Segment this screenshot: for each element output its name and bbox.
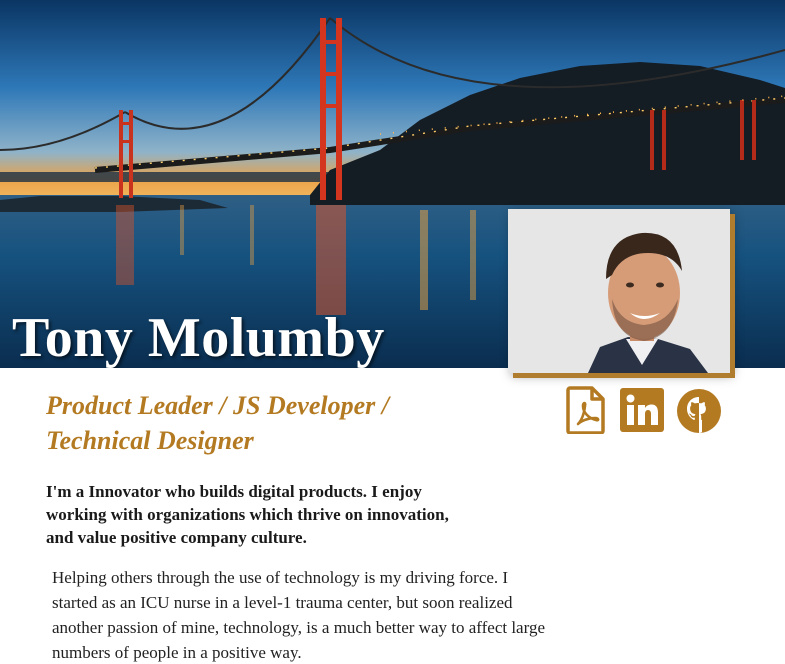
social-icons — [566, 386, 726, 434]
profile-photo-image — [508, 209, 730, 373]
profile-photo — [508, 209, 730, 373]
hero-name: Tony Molumby — [12, 307, 385, 368]
pdf-resume-icon[interactable] — [566, 386, 606, 434]
intro-paragraph: I'm a Innovator who builds digital produ… — [46, 482, 449, 547]
linkedin-icon[interactable] — [620, 388, 664, 432]
story-paragraph: Helping others through the use of techno… — [52, 568, 545, 662]
github-icon[interactable] — [676, 388, 722, 434]
job-title: Product Leader / JS Developer / Technica… — [46, 391, 389, 455]
